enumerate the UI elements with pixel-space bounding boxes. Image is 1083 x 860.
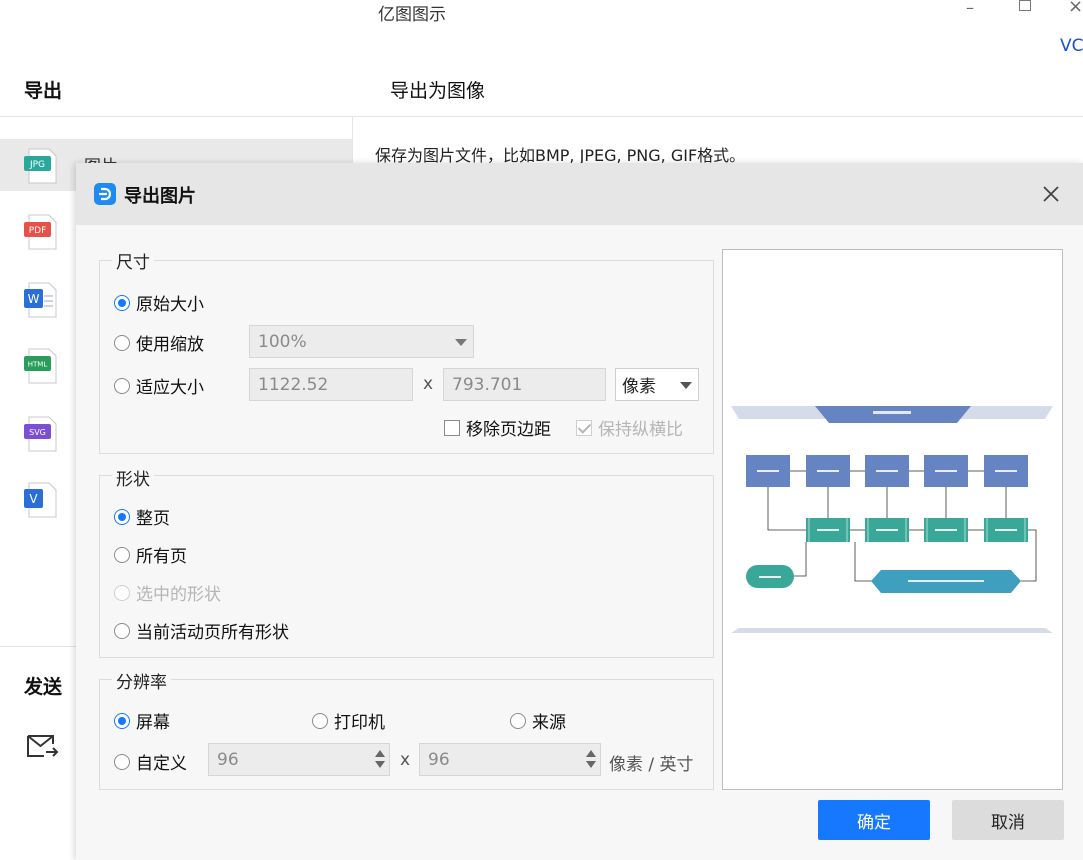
remove-margin-label: 移除页边距 (466, 420, 551, 440)
word-file-icon[interactable]: W (24, 282, 58, 318)
shape-group-label: 形状 (112, 465, 154, 490)
jpg-badge-text: JPG (29, 160, 45, 170)
edraw-logo-icon (94, 183, 116, 205)
svg-file-icon[interactable]: SVG (24, 416, 58, 452)
chevron-down-icon (455, 338, 467, 346)
printer-radio[interactable] (312, 712, 328, 729)
dpi-unit-label: 像素 / 英寸 (609, 755, 694, 775)
remove-margin-option[interactable]: 移除页边距 (444, 415, 551, 440)
screen-option[interactable]: 屏幕 (114, 708, 170, 733)
dialog-header (76, 163, 1083, 225)
whole-page-radio[interactable] (114, 508, 130, 525)
close-dialog-icon[interactable] (1038, 181, 1064, 207)
size-x-label: x (423, 374, 434, 394)
cancel-button[interactable]: 取消 (952, 800, 1064, 840)
use-zoom-radio[interactable] (114, 334, 130, 351)
header-divider (0, 116, 1083, 117)
preview-panel (722, 249, 1063, 790)
selected-shapes-label: 选中的形状 (136, 585, 221, 605)
unit-value: 像素 (622, 377, 656, 397)
ok-button[interactable]: 确定 (818, 800, 930, 840)
pdf-badge-text: PDF (29, 226, 47, 236)
keep-ratio-option: 保持纵横比 (576, 415, 683, 440)
width-input[interactable]: 1122.52 (249, 368, 413, 401)
original-size-option[interactable]: 原始大小 (114, 290, 204, 315)
screen-label: 屏幕 (136, 713, 170, 733)
visio-file-icon[interactable]: V (24, 482, 58, 518)
active-page-shapes-radio[interactable] (114, 622, 130, 639)
pdf-file-icon[interactable]: PDF (24, 214, 58, 250)
dpi-x-label: x (400, 750, 411, 770)
export-image-dialog: 导出图片 尺寸 原始大小 使用缩放 100% 适应大小 1122.52 x 79… (76, 163, 1083, 860)
source-label: 来源 (532, 713, 566, 733)
minimize-icon[interactable]: – (966, 0, 974, 17)
dpi-x-spinner-icon[interactable] (375, 750, 385, 768)
export-heading: 导出 (24, 80, 63, 102)
fit-size-radio[interactable] (114, 377, 130, 394)
dpi-x-value: 96 (217, 749, 239, 770)
height-value: 793.701 (452, 374, 523, 395)
height-input[interactable]: 793.701 (443, 368, 606, 401)
active-page-shapes-label: 当前活动页所有形状 (136, 623, 289, 643)
panel-divider (352, 116, 353, 166)
source-radio[interactable] (510, 712, 526, 729)
custom-label: 自定义 (136, 754, 187, 774)
keep-ratio-label: 保持纵横比 (598, 420, 683, 440)
visio-badge-text: V (29, 492, 38, 506)
all-pages-option[interactable]: 所有页 (114, 542, 187, 567)
use-zoom-option[interactable]: 使用缩放 (114, 330, 204, 355)
original-size-label: 原始大小 (136, 295, 204, 315)
source-option[interactable]: 来源 (510, 708, 566, 733)
printer-label: 打印机 (334, 713, 385, 733)
whole-page-label: 整页 (136, 509, 170, 529)
width-value: 1122.52 (258, 374, 329, 395)
html-badge-text: HTML (28, 361, 48, 369)
html-file-icon[interactable]: HTML (24, 348, 58, 384)
selected-shapes-radio (114, 584, 130, 601)
export-image-title: 导出为图像 (390, 80, 486, 102)
unit-select[interactable]: 像素 (615, 368, 699, 401)
app-title: 亿图图示 (378, 5, 446, 25)
maximize-icon[interactable] (1019, 0, 1031, 11)
size-group-label: 尺寸 (112, 248, 154, 273)
custom-option[interactable]: 自定义 (114, 749, 187, 774)
dpi-y-value: 96 (428, 749, 450, 770)
send-divider (0, 646, 76, 647)
diagram-thumbnail (731, 406, 1053, 633)
printer-option[interactable]: 打印机 (312, 708, 385, 733)
screen-radio[interactable] (114, 712, 130, 729)
vc-link[interactable]: VC (1060, 36, 1083, 56)
keep-ratio-checkbox (576, 419, 592, 436)
word-badge-text: W (28, 292, 40, 306)
dpi-y-spinner-icon[interactable] (586, 750, 596, 768)
jpg-file-icon[interactable]: JPG (24, 148, 58, 184)
zoom-value: 100% (258, 331, 307, 352)
custom-radio[interactable] (114, 753, 130, 770)
remove-margin-checkbox[interactable] (444, 419, 460, 436)
all-pages-label: 所有页 (136, 547, 187, 567)
close-window-icon[interactable]: × (1068, 0, 1083, 17)
selected-shapes-option: 选中的形状 (114, 580, 221, 605)
chevron-down-icon (680, 381, 692, 389)
dpi-y-input[interactable]: 96 (419, 743, 601, 776)
fit-size-label: 适应大小 (136, 378, 204, 398)
original-size-radio[interactable] (114, 294, 130, 311)
send-heading: 发送 (24, 676, 63, 698)
whole-page-option[interactable]: 整页 (114, 504, 170, 529)
use-zoom-label: 使用缩放 (136, 335, 204, 355)
dialog-title: 导出图片 (124, 186, 196, 207)
resolution-group-label: 分辨率 (112, 668, 171, 693)
dpi-x-input[interactable]: 96 (208, 743, 390, 776)
fit-size-option[interactable]: 适应大小 (114, 373, 204, 398)
all-pages-radio[interactable] (114, 546, 130, 563)
svg-badge-text: SVG (29, 428, 46, 437)
active-page-shapes-option[interactable]: 当前活动页所有形状 (114, 618, 289, 643)
send-mail-icon[interactable] (26, 732, 60, 762)
zoom-select[interactable]: 100% (249, 325, 474, 358)
